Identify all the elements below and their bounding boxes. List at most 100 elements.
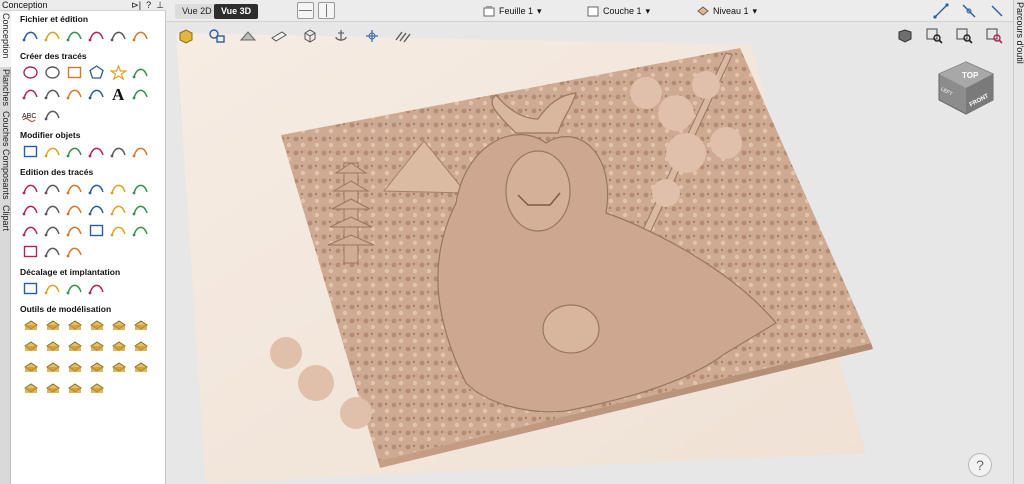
slice-tool[interactable] xyxy=(86,337,106,356)
tilt-tool[interactable] xyxy=(108,358,128,377)
help-small-icon[interactable]: ? xyxy=(146,0,151,11)
material-icon[interactable] xyxy=(268,27,290,45)
anchor-icon[interactable] xyxy=(330,27,352,45)
weld-tool[interactable] xyxy=(108,179,128,198)
fillet-tool[interactable] xyxy=(130,200,150,219)
close-vectors-tool[interactable] xyxy=(108,200,128,219)
rotate-tool[interactable] xyxy=(64,142,84,161)
view-3d-button[interactable]: Vue 3D xyxy=(214,4,259,19)
node-edit-tool[interactable] xyxy=(42,179,62,198)
split-horizontal-icon[interactable] xyxy=(297,2,314,19)
bitmap-trace-tool[interactable] xyxy=(42,105,62,124)
offset-curve-tool[interactable] xyxy=(86,221,106,240)
bake-tool[interactable] xyxy=(108,337,128,356)
flatten-tool[interactable] xyxy=(64,358,84,377)
measure-line-icon[interactable] xyxy=(960,2,978,20)
shapes-icon[interactable] xyxy=(206,27,228,45)
3d-viewport[interactable]: ? xyxy=(166,23,1013,484)
fade-tool[interactable] xyxy=(42,337,62,356)
merge-tool[interactable] xyxy=(64,337,84,356)
smooth-model-tool[interactable] xyxy=(42,358,62,377)
wave-tool[interactable] xyxy=(64,84,84,103)
level-dropdown[interactable]: Niveau 1 ▾ xyxy=(697,4,757,18)
distort-tool[interactable] xyxy=(108,142,128,161)
fit-view-icon[interactable] xyxy=(988,2,1006,20)
toolpath-preview-icon[interactable] xyxy=(392,27,414,45)
new-file-tool[interactable] xyxy=(20,26,40,45)
settings-gear-tool[interactable] xyxy=(108,26,128,45)
line-tool[interactable] xyxy=(130,63,150,82)
shading-icon[interactable] xyxy=(237,27,259,45)
clipart-tool[interactable] xyxy=(42,379,62,398)
spell-text-tool[interactable]: ABC xyxy=(20,105,40,124)
view-2d-button[interactable]: Vue 2D xyxy=(175,4,219,19)
zoom-extents-icon[interactable] xyxy=(954,26,976,46)
distort-model-tool[interactable] xyxy=(64,379,84,398)
cube-wire-icon[interactable] xyxy=(299,27,321,45)
arc-tool[interactable] xyxy=(20,84,40,103)
model-blend-tool[interactable] xyxy=(130,316,150,335)
box-tool[interactable] xyxy=(20,358,40,377)
zoom-in-icon[interactable] xyxy=(924,26,946,46)
layer-tool[interactable] xyxy=(130,337,150,356)
model-sculpt-tool[interactable] xyxy=(20,316,40,335)
extend-tool[interactable] xyxy=(42,200,62,219)
tab-planches[interactable]: Planches xyxy=(0,67,11,109)
mirror-model-tool[interactable] xyxy=(130,358,150,377)
sweep-tool[interactable] xyxy=(86,316,106,335)
ellipse-tool[interactable] xyxy=(42,63,62,82)
curve-fit-tool[interactable] xyxy=(42,221,62,240)
move-tool[interactable] xyxy=(20,142,40,161)
corner-tool[interactable] xyxy=(20,221,40,240)
rotate-shape-tool[interactable] xyxy=(108,316,128,335)
tab-composants[interactable]: Composants xyxy=(0,147,11,203)
trim-tool[interactable] xyxy=(20,200,40,219)
convert-tool[interactable] xyxy=(108,221,128,240)
smooth-tool[interactable] xyxy=(64,221,84,240)
select-tool[interactable] xyxy=(20,179,40,198)
component-import-tool[interactable] xyxy=(20,379,40,398)
spiral-tool[interactable] xyxy=(42,84,62,103)
rectangle-tool[interactable] xyxy=(64,63,84,82)
model-view-icon[interactable] xyxy=(175,27,197,45)
align-tool[interactable] xyxy=(130,142,150,161)
zoom-out-icon[interactable] xyxy=(984,26,1006,46)
join-tool[interactable] xyxy=(86,200,106,219)
snap-icon[interactable] xyxy=(932,2,950,20)
component-tool[interactable] xyxy=(130,26,150,45)
import-tool[interactable] xyxy=(64,26,84,45)
tab-clipart[interactable]: Clipart xyxy=(0,203,11,237)
nest-tool[interactable] xyxy=(42,279,62,298)
help-button[interactable]: ? xyxy=(968,453,992,477)
move-model-tool[interactable] xyxy=(86,358,106,377)
extrude-tool[interactable] xyxy=(64,316,84,335)
polygon-tool[interactable] xyxy=(86,63,106,82)
view-box-icon[interactable] xyxy=(894,26,916,46)
dock-icon[interactable]: ⊳| xyxy=(131,0,141,11)
transform-tool[interactable] xyxy=(86,179,106,198)
rounded-rect-tool[interactable] xyxy=(20,242,40,261)
grid-array-tool[interactable] xyxy=(86,279,106,298)
dimension-tool[interactable] xyxy=(86,84,106,103)
circle-tool[interactable] xyxy=(20,63,40,82)
toolpath-tab[interactable]: Parcours d'outil xyxy=(1013,0,1024,484)
dome-tool[interactable] xyxy=(42,316,62,335)
split-tool[interactable] xyxy=(64,200,84,219)
texture-tool[interactable] xyxy=(20,337,40,356)
chevron-tool[interactable] xyxy=(64,242,84,261)
star-tool[interactable] xyxy=(108,63,128,82)
tab-conception[interactable]: Conception xyxy=(0,11,11,67)
open-folder-tool[interactable] xyxy=(42,26,62,45)
offset-tool[interactable] xyxy=(20,279,40,298)
mirror-tool[interactable] xyxy=(86,142,106,161)
bake-flat-tool[interactable] xyxy=(86,379,106,398)
view-cube[interactable]: TOP FRONT LEFT xyxy=(935,60,997,120)
measure-tool[interactable] xyxy=(130,179,150,198)
tab-couches[interactable]: Couches xyxy=(0,109,11,147)
layer-dropdown[interactable]: Couche 1 ▾ xyxy=(587,4,650,18)
split-vertical-icon[interactable] xyxy=(318,2,335,19)
scale-tool[interactable] xyxy=(42,142,62,161)
soft-corner-tool[interactable] xyxy=(42,242,62,261)
sheet-dropdown[interactable]: Feuille 1 ▾ xyxy=(483,4,542,18)
pin-icon[interactable]: ⊥ xyxy=(156,0,164,11)
